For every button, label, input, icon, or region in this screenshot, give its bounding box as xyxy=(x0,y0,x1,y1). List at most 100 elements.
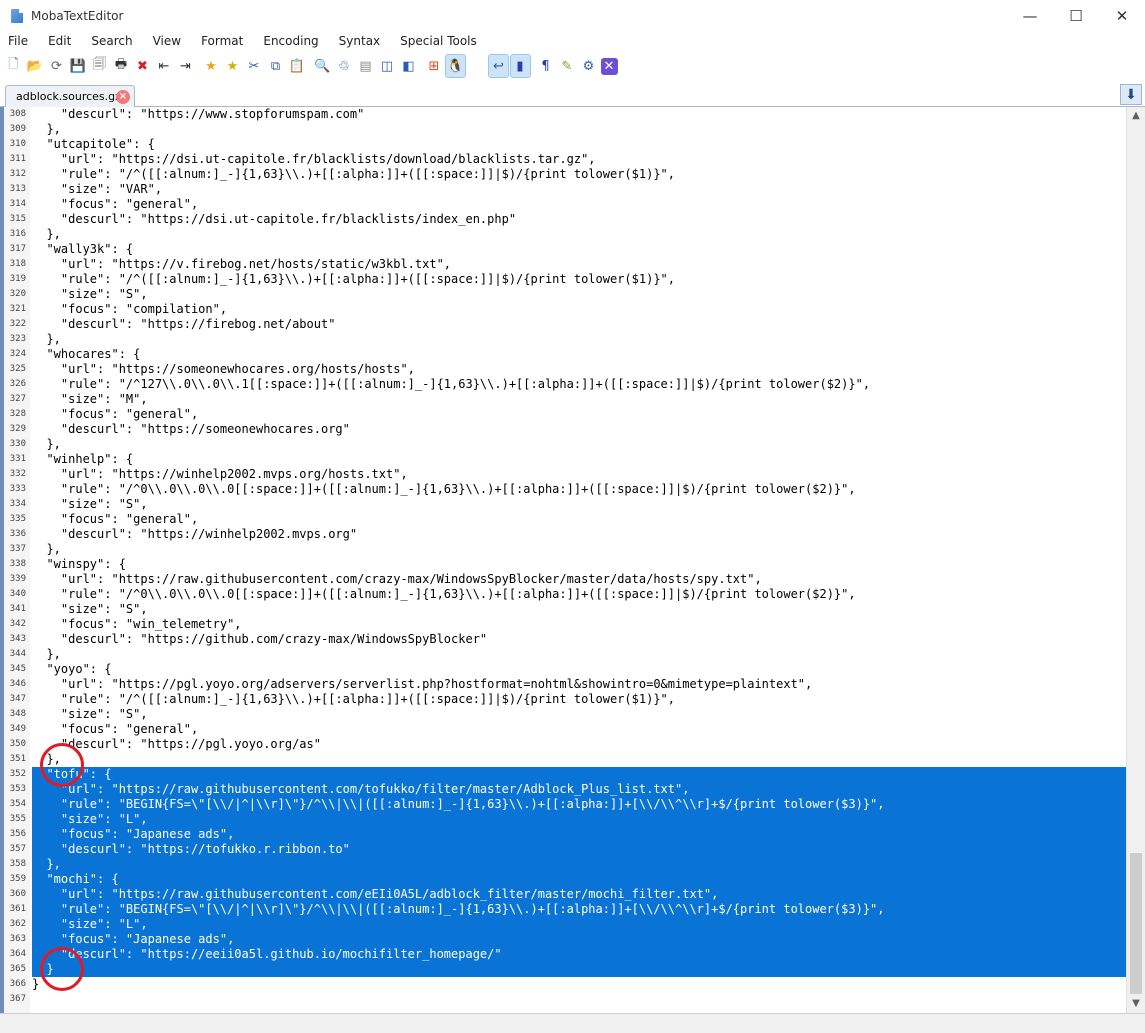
windows-eol-icon[interactable]: ⊞ xyxy=(425,55,444,77)
menu-item-syntax[interactable]: Syntax xyxy=(339,34,380,48)
print-icon[interactable]: 🖶 xyxy=(112,55,131,77)
code-line[interactable]: 328 "focus": "general", xyxy=(4,407,1126,422)
code-line[interactable]: 313 "size": "VAR", xyxy=(4,182,1126,197)
vertical-scrollbar[interactable]: ▲ ▼ xyxy=(1126,107,1145,1013)
editor-area[interactable]: 308 "descurl": "https://www.stopforumspa… xyxy=(0,107,1145,1013)
exit-icon[interactable]: ✕ xyxy=(600,57,618,75)
menu-item-special-tools[interactable]: Special Tools xyxy=(400,34,477,48)
code-line[interactable]: 350 "descurl": "https://pgl.yoyo.org/as" xyxy=(4,737,1126,752)
code-line[interactable]: 331 "winhelp": { xyxy=(4,452,1126,467)
code-lines[interactable]: 308 "descurl": "https://www.stopforumspa… xyxy=(4,107,1126,1007)
code-line[interactable]: 338 "winspy": { xyxy=(4,557,1126,572)
code-line[interactable]: 311 "url": "https://dsi.ut-capitole.fr/b… xyxy=(4,152,1126,167)
code-line[interactable]: 359 "mochi": { xyxy=(4,872,1126,887)
code-line[interactable]: 345 "yoyo": { xyxy=(4,662,1126,677)
column-mode-icon[interactable]: ▮ xyxy=(509,54,531,78)
code-line[interactable]: 330 }, xyxy=(4,437,1126,452)
code-line[interactable]: 355 "size": "L", xyxy=(4,812,1126,827)
code-line[interactable]: 361 "rule": "BEGIN{FS=\"[\\/|^|\\r]\"}/^… xyxy=(4,902,1126,917)
code-line[interactable]: 340 "rule": "/^0\\.0\\.0\\.0[[:space:]]+… xyxy=(4,587,1126,602)
search-icon[interactable]: 🔍 xyxy=(313,55,332,77)
close-window-button[interactable]: ✕ xyxy=(1099,0,1145,31)
word-wrap-icon[interactable]: ↩ xyxy=(488,54,509,78)
code-line[interactable]: 312 "rule": "/^([[:alnum:]_-]{1,63}\\.)+… xyxy=(4,167,1126,182)
minimize-button[interactable]: — xyxy=(1007,0,1053,31)
code-line[interactable]: 341 "size": "S", xyxy=(4,602,1126,617)
code-line[interactable]: 351 }, xyxy=(4,752,1126,767)
open-folder-icon[interactable]: 📂 xyxy=(26,55,45,77)
mac-eol-icon[interactable] xyxy=(468,55,487,77)
code-line[interactable]: 333 "rule": "/^0\\.0\\.0\\.0[[:space:]]+… xyxy=(4,482,1126,497)
code-line[interactable]: 364 "descurl": "https://eeii0a5l.github.… xyxy=(4,947,1126,962)
bookmark-add-icon[interactable]: ★ xyxy=(202,55,221,77)
code-line[interactable]: 321 "focus": "compilation", xyxy=(4,302,1126,317)
code-line[interactable]: 309 }, xyxy=(4,122,1126,137)
indent-left-icon[interactable]: ⇤ xyxy=(155,55,174,77)
code-line[interactable]: 310 "utcapitole": { xyxy=(4,137,1126,152)
code-line[interactable]: 344 }, xyxy=(4,647,1126,662)
code-line[interactable]: 316 }, xyxy=(4,227,1126,242)
menu-item-search[interactable]: Search xyxy=(91,34,132,48)
code-line[interactable]: 337 }, xyxy=(4,542,1126,557)
maximize-button[interactable]: ☐ xyxy=(1053,0,1099,31)
code-line[interactable]: 366} xyxy=(4,977,1126,992)
menu-item-view[interactable]: View xyxy=(153,34,181,48)
code-line[interactable]: 318 "url": "https://v.firebog.net/hosts/… xyxy=(4,257,1126,272)
settings-icon[interactable]: ⚙ xyxy=(579,55,598,77)
code-line[interactable]: 354 "rule": "BEGIN{FS=\"[\\/|^|\\r]\"}/^… xyxy=(4,797,1126,812)
code-line[interactable]: 319 "rule": "/^([[:alnum:]_-]{1,63}\\.)+… xyxy=(4,272,1126,287)
code-line[interactable]: 356 "focus": "Japanese ads", xyxy=(4,827,1126,842)
code-line[interactable]: 348 "size": "S", xyxy=(4,707,1126,722)
code-line[interactable]: 315 "descurl": "https://dsi.ut-capitole.… xyxy=(4,212,1126,227)
code-line[interactable]: 332 "url": "https://winhelp2002.mvps.org… xyxy=(4,467,1126,482)
code-line[interactable]: 358 }, xyxy=(4,857,1126,872)
code-line[interactable]: 363 "focus": "Japanese ads", xyxy=(4,932,1126,947)
code-line[interactable]: 320 "size": "S", xyxy=(4,287,1126,302)
code-line[interactable]: 314 "focus": "general", xyxy=(4,197,1126,212)
code-line[interactable]: 329 "descurl": "https://someonewhocares.… xyxy=(4,422,1126,437)
code-line[interactable]: 357 "descurl": "https://tofukko.r.ribbon… xyxy=(4,842,1126,857)
code-line[interactable]: 367 xyxy=(4,992,1126,1007)
highlight-icon[interactable]: ✎ xyxy=(558,55,577,77)
tab-list-down-icon[interactable]: ⬇ xyxy=(1120,84,1142,105)
code-line[interactable]: 353 "url": "https://raw.githubuserconten… xyxy=(4,782,1126,797)
code-line[interactable]: 308 "descurl": "https://www.stopforumspa… xyxy=(4,107,1126,122)
code-line[interactable]: 365 } xyxy=(4,962,1126,977)
menu-item-encoding[interactable]: Encoding xyxy=(263,34,318,48)
linux-eol-icon[interactable]: 🐧 xyxy=(445,54,466,78)
code-line[interactable]: 346 "url": "https://pgl.yoyo.org/adserve… xyxy=(4,677,1126,692)
bookmark-next-icon[interactable]: ★ xyxy=(223,55,242,77)
code-line[interactable]: 349 "focus": "general", xyxy=(4,722,1126,737)
code-line[interactable]: 360 "url": "https://raw.githubuserconten… xyxy=(4,887,1126,902)
scroll-up-icon[interactable]: ▲ xyxy=(1127,107,1145,124)
code-line[interactable]: 326 "rule": "/^127\\.0\\.0\\.1[[:space:]… xyxy=(4,377,1126,392)
compare-icon[interactable]: ▤ xyxy=(356,55,375,77)
close-file-icon[interactable]: ✖ xyxy=(133,55,152,77)
menu-item-file[interactable]: File xyxy=(8,34,28,48)
copy-icon[interactable]: ⧉ xyxy=(266,55,285,77)
code-line[interactable]: 324 "whocares": { xyxy=(4,347,1126,362)
paste-icon[interactable]: 📋 xyxy=(288,55,307,77)
save-all-icon[interactable]: 🗐 xyxy=(90,55,109,77)
code-line[interactable]: 336 "descurl": "https://winhelp2002.mvps… xyxy=(4,527,1126,542)
code-line[interactable]: 323 }, xyxy=(4,332,1126,347)
code-line[interactable]: 352 "tofu": { xyxy=(4,767,1126,782)
code-line[interactable]: 362 "size": "L", xyxy=(4,917,1126,932)
tab-close-icon[interactable]: × xyxy=(116,90,130,104)
code-line[interactable]: 342 "focus": "win_telemetry", xyxy=(4,617,1126,632)
show-symbols-icon[interactable]: ¶ xyxy=(536,55,555,77)
code-line[interactable]: 325 "url": "https://someonewhocares.org/… xyxy=(4,362,1126,377)
cut-icon[interactable]: ✂ xyxy=(245,55,264,77)
reload-icon[interactable]: ⟳ xyxy=(47,55,66,77)
window-tile-icon[interactable]: ◧ xyxy=(399,55,418,77)
code-line[interactable]: 335 "focus": "general", xyxy=(4,512,1126,527)
tab-adblock-sources[interactable]: adblock.sources.gz × xyxy=(5,85,135,107)
scroll-down-icon[interactable]: ▼ xyxy=(1127,995,1145,1012)
code-line[interactable]: 327 "size": "M", xyxy=(4,392,1126,407)
indent-right-icon[interactable]: ⇥ xyxy=(176,55,195,77)
code-line[interactable]: 322 "descurl": "https://firebog.net/abou… xyxy=(4,317,1126,332)
new-file-icon[interactable]: 🗋 xyxy=(4,55,23,77)
code-line[interactable]: 347 "rule": "/^([[:alnum:]_-]{1,63}\\.)+… xyxy=(4,692,1126,707)
menu-item-edit[interactable]: Edit xyxy=(48,34,71,48)
save-icon[interactable]: 💾 xyxy=(69,55,88,77)
